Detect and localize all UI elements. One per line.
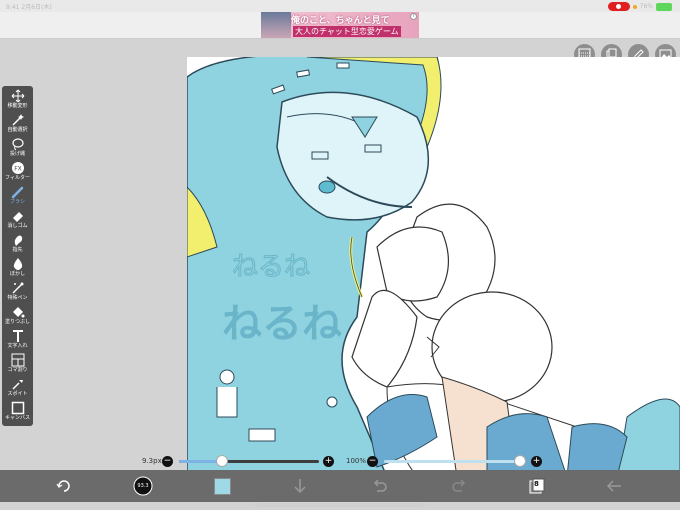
battery-percent: 76%	[639, 3, 653, 10]
tool-frame-divide[interactable]: コマ割り	[2, 353, 33, 373]
tool-eraser[interactable]: 消しゴム	[2, 209, 33, 229]
brush-size-label: 9.3px	[142, 457, 162, 465]
left-toolbar: 移動変形 自動選択 投げ縄 FX フィルター ブラシ 消しゴム 指先 ぼかし 特…	[2, 86, 33, 426]
redo-button[interactable]	[449, 476, 469, 496]
download-button[interactable]	[290, 476, 310, 496]
tool-label: ブラシ	[10, 199, 25, 205]
brush-size-minus-button[interactable]: −	[162, 456, 173, 467]
tool-text[interactable]: 文字入れ	[2, 329, 33, 349]
frame-divide-icon	[11, 353, 24, 367]
ad-character-image	[261, 12, 291, 38]
tool-move[interactable]: 移動変形	[2, 89, 33, 109]
tool-auto-select[interactable]: 自動選択	[2, 113, 33, 133]
blur-drop-icon	[13, 258, 22, 270]
color-swatch-button[interactable]	[212, 476, 232, 496]
home-indicator	[255, 503, 425, 507]
eyedropper-icon	[11, 380, 23, 390]
tool-label: 文字入れ	[7, 343, 28, 349]
layer-count: 8	[534, 480, 539, 488]
status-time: 9:41 2月6日(木)	[6, 4, 52, 11]
mic-indicator-icon	[632, 4, 637, 9]
arrow-left-icon	[606, 480, 621, 492]
tool-finger[interactable]: 指先	[2, 233, 33, 253]
layers-count-button[interactable]: 8	[527, 476, 547, 496]
ad-subline: 大人のチャット型恋愛ゲーム	[293, 26, 401, 37]
tool-label: スポイト	[7, 391, 28, 397]
svg-text:FX: FX	[14, 166, 22, 173]
brush-preview-size: 93.3	[137, 483, 149, 489]
ad-headline: 俺のこと、ちゃんと見て	[291, 16, 390, 26]
tool-label: 特殊ペン	[7, 295, 28, 301]
back-button[interactable]	[604, 476, 624, 496]
tool-lasso[interactable]: 投げ縄	[2, 137, 33, 157]
undo-icon	[373, 479, 387, 492]
tool-label: 消しゴム	[7, 223, 28, 229]
canvas-icon	[11, 401, 24, 415]
ad-bar: 俺のこと、ちゃんと見て 大人のチャット型恋愛ゲーム i	[0, 12, 680, 39]
watermark-top: ねるね	[232, 252, 310, 282]
tool-blur[interactable]: ぼかし	[2, 257, 33, 277]
tool-label: キャンバス	[4, 415, 30, 421]
magic-wand-icon	[11, 114, 24, 126]
color-swatch	[213, 477, 231, 495]
bottom-toolbar: 93.3 8	[0, 470, 680, 502]
tool-label: コマ割り	[7, 367, 28, 373]
tool-label: 投げ縄	[9, 151, 25, 157]
tool-label: フィルター	[5, 175, 30, 181]
redo-icon	[452, 479, 466, 492]
tool-label: ぼかし	[9, 271, 25, 277]
fill-bucket-icon	[12, 307, 24, 318]
transform-button[interactable]	[54, 476, 74, 496]
eraser-icon	[12, 212, 23, 222]
watermark-bottom: ねるね	[222, 301, 342, 347]
opacity-plus-button[interactable]: +	[531, 456, 542, 467]
tool-label: 移動変形	[7, 103, 28, 109]
transform-rotate-icon	[56, 480, 70, 492]
opacity-slider[interactable]	[384, 455, 526, 467]
tool-eyedropper[interactable]: スポイト	[2, 377, 33, 397]
brush-size-slider[interactable]	[179, 455, 319, 467]
drawing-canvas[interactable]: ねるね ねるね	[187, 57, 680, 477]
artwork: ねるね ねるね	[187, 57, 680, 477]
battery-icon	[656, 2, 672, 11]
brush-icon	[11, 186, 23, 199]
brush-size-plus-button[interactable]: +	[323, 456, 334, 467]
tool-brush[interactable]: ブラシ	[2, 185, 33, 205]
special-pen-icon	[11, 282, 23, 294]
brush-preview-button[interactable]: 93.3	[133, 476, 153, 496]
tool-fill[interactable]: 塗りつぶし	[2, 305, 33, 325]
undo-button[interactable]	[370, 476, 390, 496]
tool-special-pen[interactable]: 特殊ペン	[2, 281, 33, 301]
lasso-icon	[11, 138, 24, 151]
screen-record-icon	[607, 2, 630, 11]
tool-label: 自動選択	[7, 127, 28, 133]
tool-label: 指先	[12, 247, 23, 253]
arrow-down-icon	[294, 479, 306, 494]
text-icon	[12, 330, 23, 342]
opacity-thumb[interactable]	[514, 455, 526, 467]
move-icon	[11, 89, 24, 103]
ad-banner[interactable]: 俺のこと、ちゃんと見て 大人のチャット型恋愛ゲーム i	[261, 12, 419, 38]
finger-icon	[14, 235, 22, 246]
tool-canvas[interactable]: キャンバス	[2, 401, 33, 421]
status-icons: 76%	[607, 2, 672, 11]
opacity-minus-button[interactable]: −	[367, 456, 378, 467]
fx-icon: FX	[11, 162, 24, 174]
status-bar: 9:41 2月6日(木) 76%	[0, 0, 680, 12]
opacity-label: 100%	[346, 457, 367, 465]
ad-info-icon[interactable]: i	[410, 13, 417, 20]
tool-filter[interactable]: FX フィルター	[2, 161, 33, 181]
tool-label: 塗りつぶし	[4, 319, 31, 325]
